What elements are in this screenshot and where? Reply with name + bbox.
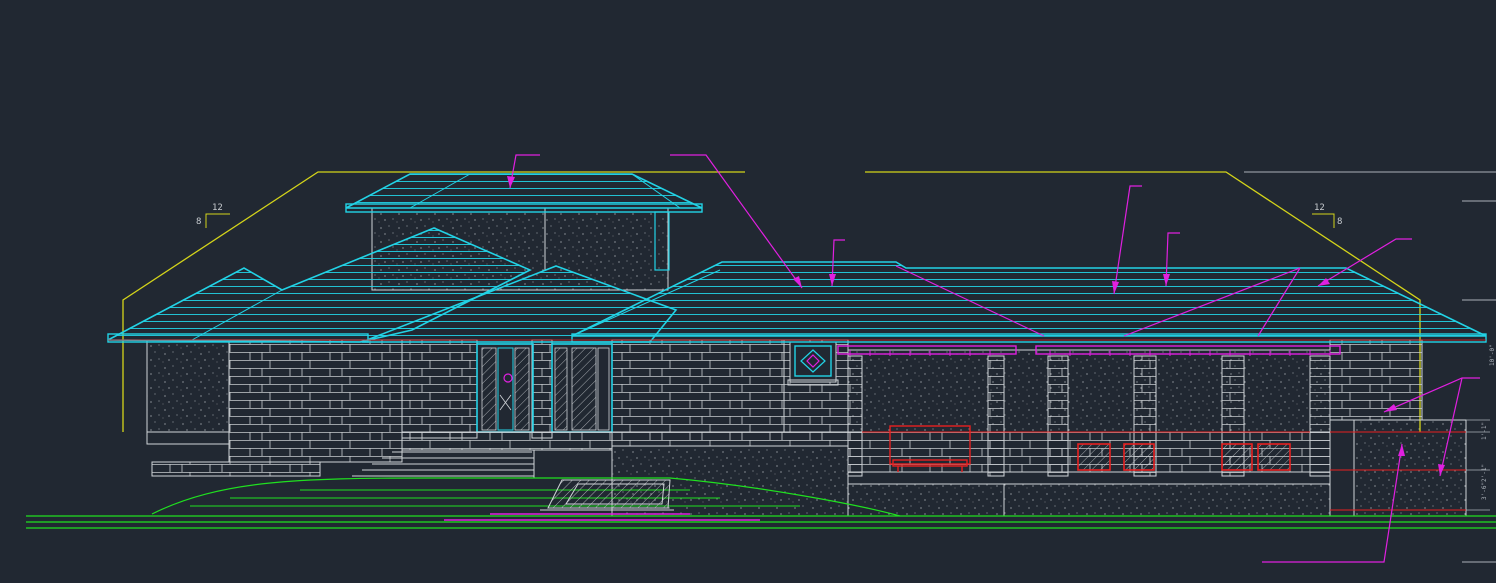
slope-run-left: 12 [212,203,223,213]
slope-indicator-left [205,213,230,228]
entry-windows [551,343,613,433]
front-door [476,343,534,433]
dimension-labels: 1'-1" 2'-1" 3'-6" 10'-0" [1481,344,1496,500]
diamond-window [787,341,839,386]
slope-indicator-right [1312,213,1335,228]
slope-run-right: 12 [1314,203,1325,213]
dimension-text: 2'-1" [1481,464,1488,482]
door-knocker-icon [503,373,513,383]
cad-elevation-drawing: 12 8 12 8 1'-1" 2'-1" 3'-6" 10'-0" [0,0,1496,579]
covered-porch [847,339,1467,517]
tower-roof [345,173,703,213]
slope-rise-right: 8 [1337,217,1342,227]
dimension-text: 10'-0" [1489,344,1496,366]
dimension-text: 3'-6" [1481,482,1488,500]
slope-rise-left: 8 [196,217,201,227]
main-roof-right [571,261,1487,343]
front-walk [540,479,674,511]
dimension-text: 1'-1" [1481,422,1488,440]
